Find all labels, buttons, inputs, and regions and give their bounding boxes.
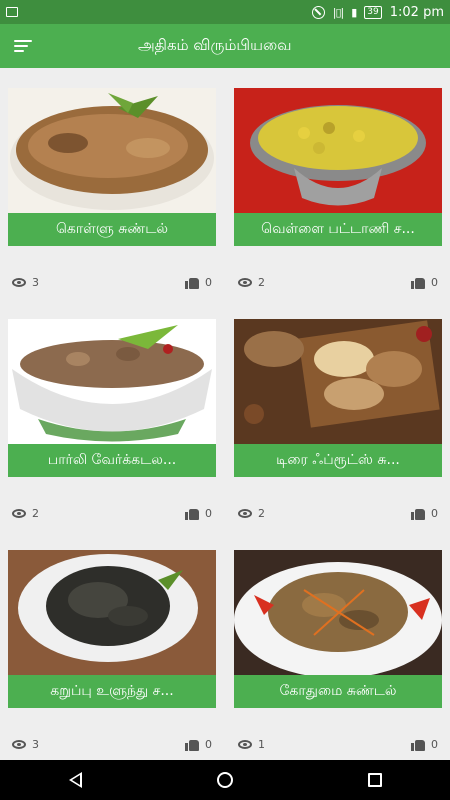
recipe-card[interactable]: கறுப்பு உளுந்து ச... (8, 550, 216, 708)
recipe-image (234, 319, 442, 444)
signal-icon: ▮ (351, 5, 357, 19)
view-count: 2 (258, 275, 265, 289)
home-icon (217, 772, 233, 788)
recipe-card[interactable]: டிரை ஃப்ரூட்ஸ் சு... (234, 319, 442, 477)
thumbs-up-icon (411, 507, 425, 520)
recipe-card[interactable]: பார்லி வேர்க்கடல... (8, 319, 216, 477)
recipe-stats: 3 0 (8, 267, 216, 297)
like-button[interactable]: 0 (185, 507, 212, 520)
like-button[interactable]: 0 (411, 507, 438, 520)
thumbs-up-icon (411, 276, 425, 289)
recipe-title: வெள்ளை பட்டாணி ச... (234, 213, 442, 246)
like-count: 0 (431, 506, 438, 520)
eye-icon (12, 508, 26, 518)
like-count: 0 (431, 737, 438, 751)
recipe-card[interactable]: வெள்ளை பட்டாணி ச... (234, 88, 442, 246)
like-count: 0 (431, 275, 438, 289)
view-count: 2 (258, 506, 265, 520)
do-not-disturb-icon (311, 5, 325, 19)
like-button[interactable]: 0 (411, 738, 438, 751)
recipe-title: பார்லி வேர்க்கடல... (8, 444, 216, 477)
recipe-stats: 2 0 (8, 498, 216, 528)
eye-icon (238, 508, 252, 518)
status-bar: |▯| ▮ 39 1:02 pm (0, 0, 450, 24)
recipe-image (234, 88, 442, 213)
eye-icon (238, 739, 252, 749)
recipe-image (8, 88, 216, 213)
recipe-image (8, 319, 216, 444)
back-icon (68, 772, 82, 788)
recipe-image (8, 550, 216, 675)
recipe-stats: 3 0 (8, 729, 216, 759)
recipe-title: கோதுமை சுண்டல் (234, 675, 442, 708)
recipe-card[interactable]: கொள்ளு சுண்டல் (8, 88, 216, 246)
like-count: 0 (205, 506, 212, 520)
recipe-stats: 2 0 (234, 267, 442, 297)
home-button[interactable] (205, 760, 245, 800)
like-button[interactable]: 0 (185, 276, 212, 289)
recipe-title: டிரை ஃப்ரூட்ஸ் சு... (234, 444, 442, 477)
vibrate-icon: |▯| (332, 5, 345, 19)
recents-icon (368, 773, 382, 787)
gallery-icon (6, 7, 18, 17)
view-count: 3 (32, 737, 39, 751)
thumbs-up-icon (411, 738, 425, 751)
recipe-stats: 1 0 (234, 729, 442, 759)
recipe-stats: 2 0 (234, 498, 442, 528)
recipe-card[interactable]: கோதுமை சுண்டல் (234, 550, 442, 708)
recents-button[interactable] (355, 760, 395, 800)
view-count: 2 (32, 506, 39, 520)
like-count: 0 (205, 275, 212, 289)
thumbs-up-icon (185, 738, 199, 751)
recipe-title: கொள்ளு சுண்டல் (8, 213, 216, 246)
page-title: அதிகம் விரும்பியவை (138, 36, 292, 54)
like-button[interactable]: 0 (185, 738, 212, 751)
app-bar: அதிகம் விரும்பியவை (0, 24, 450, 68)
like-button[interactable]: 0 (411, 276, 438, 289)
menu-button[interactable] (0, 24, 48, 68)
recipe-title: கறுப்பு உளுந்து ச... (8, 675, 216, 708)
recipe-grid: கொள்ளு சுண்டல் 3 0 வெள்ளை பட்டாணி ச... 2… (0, 68, 450, 760)
view-count: 1 (258, 737, 265, 751)
battery-icon: 39 (364, 5, 382, 19)
eye-icon (12, 739, 26, 749)
thumbs-up-icon (185, 276, 199, 289)
like-count: 0 (205, 737, 212, 751)
back-button[interactable] (55, 760, 95, 800)
recipe-image (234, 550, 442, 675)
status-time: 1:02 pm (389, 4, 444, 20)
eye-icon (238, 277, 252, 287)
thumbs-up-icon (185, 507, 199, 520)
view-count: 3 (32, 275, 39, 289)
navigation-bar (0, 760, 450, 800)
eye-icon (12, 277, 26, 287)
